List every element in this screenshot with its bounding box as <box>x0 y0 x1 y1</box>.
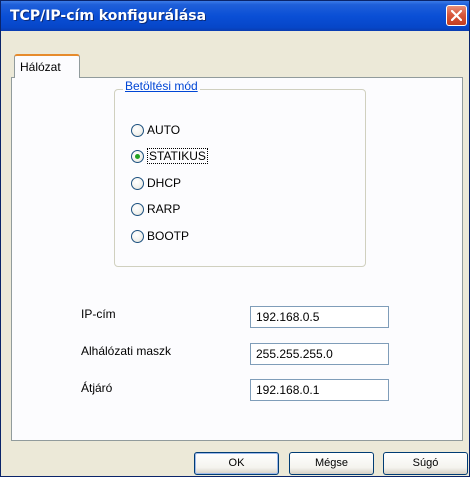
dialog-window: TCP/IP-cím konfigurálása Hálózat Betölté… <box>0 0 470 477</box>
radio-bootp-circle[interactable] <box>131 229 144 243</box>
radio-auto[interactable]: AUTO <box>131 122 180 138</box>
radio-bootp[interactable]: BOOTP <box>131 228 189 244</box>
ok-button[interactable]: OK <box>194 452 279 475</box>
radio-dhcp[interactable]: DHCP <box>131 175 181 191</box>
radio-bootp-label: BOOTP <box>147 229 190 243</box>
load-mode-title: Betöltési mód <box>123 79 200 93</box>
cancel-button[interactable]: Mégse <box>289 452 374 475</box>
radio-rarp[interactable]: RARP <box>131 201 180 217</box>
radio-auto-label: AUTO <box>147 123 181 137</box>
radio-dhcp-circle[interactable] <box>131 176 144 190</box>
gateway-input[interactable]: 192.168.0.1 <box>250 379 389 401</box>
radio-rarp-label: RARP <box>147 202 181 216</box>
radio-selected-dot <box>135 153 140 159</box>
ip-input[interactable]: 192.168.0.5 <box>250 306 389 328</box>
radio-dhcp-label: DHCP <box>147 176 182 190</box>
tab-network[interactable]: Hálózat <box>14 54 80 78</box>
close-icon <box>451 10 462 21</box>
load-mode-title-text: Betöltési mód <box>125 79 198 93</box>
radio-statikus[interactable]: STATIKUS <box>131 148 208 164</box>
help-button[interactable]: Súgó <box>383 452 468 475</box>
tab-network-label: Hálózat <box>20 60 61 74</box>
close-button[interactable] <box>446 5 467 26</box>
radio-auto-circle[interactable] <box>131 123 144 137</box>
subnet-label: Alhálózati maszk <box>81 344 172 358</box>
window-title: TCP/IP-cím konfigurálása <box>10 8 207 24</box>
ip-label: IP-cím <box>81 307 116 321</box>
radio-rarp-circle[interactable] <box>131 202 144 216</box>
dialog-content: Hálózat Betöltési mód AUTO STATIKUS DHCP… <box>3 31 468 476</box>
radio-statikus-label: STATIKUS <box>147 148 208 164</box>
gateway-label: Átjáró <box>81 381 113 395</box>
title-bar[interactable]: TCP/IP-cím konfigurálása <box>1 1 469 31</box>
radio-statikus-circle[interactable] <box>131 149 144 163</box>
subnet-input[interactable]: 255.255.255.0 <box>250 343 389 365</box>
